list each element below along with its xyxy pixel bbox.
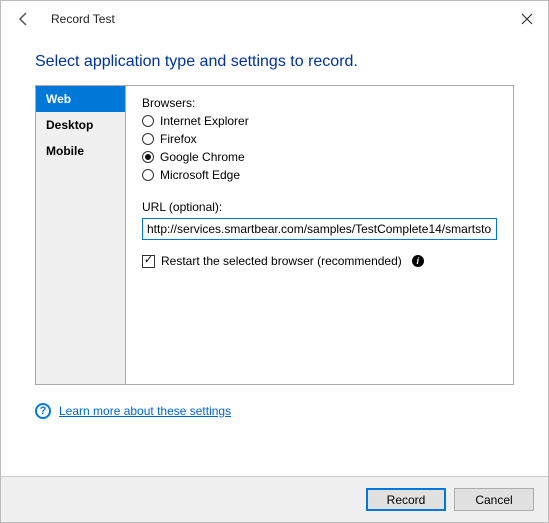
settings-panel: Web Desktop Mobile Browsers: Internet Ex… (35, 85, 514, 385)
record-button[interactable]: Record (366, 488, 446, 511)
tab-content: Browsers: Internet Explorer Firefox Goog… (126, 86, 513, 384)
help-link[interactable]: Learn more about these settings (59, 404, 231, 418)
url-input[interactable] (142, 218, 497, 240)
tab-web[interactable]: Web (36, 86, 125, 112)
tab-desktop[interactable]: Desktop (36, 112, 125, 138)
radio-icon (142, 133, 154, 145)
radio-internet-explorer[interactable]: Internet Explorer (142, 114, 497, 128)
browsers-label: Browsers: (142, 96, 497, 110)
help-icon: ? (35, 403, 51, 419)
radio-label: Microsoft Edge (160, 168, 240, 182)
tab-mobile[interactable]: Mobile (36, 138, 125, 164)
radio-label: Firefox (160, 132, 197, 146)
help-row: ? Learn more about these settings (35, 403, 514, 419)
radio-google-chrome[interactable]: Google Chrome (142, 150, 497, 164)
app-type-tabs: Web Desktop Mobile (36, 86, 126, 384)
restart-browser-checkbox[interactable]: Restart the selected browser (recommende… (142, 254, 497, 268)
window-title: Record Test (51, 12, 115, 26)
radio-label: Google Chrome (160, 150, 245, 164)
url-label: URL (optional): (142, 200, 497, 214)
back-arrow-icon[interactable] (15, 10, 33, 28)
radio-icon (142, 115, 154, 127)
checkbox-icon (142, 255, 155, 268)
checkbox-label: Restart the selected browser (recommende… (161, 254, 402, 268)
page-heading: Select application type and settings to … (1, 37, 548, 85)
radio-microsoft-edge[interactable]: Microsoft Edge (142, 168, 497, 182)
titlebar: Record Test (1, 1, 548, 37)
radio-firefox[interactable]: Firefox (142, 132, 497, 146)
radio-icon (142, 169, 154, 181)
cancel-button[interactable]: Cancel (454, 488, 534, 511)
radio-label: Internet Explorer (160, 114, 249, 128)
close-icon[interactable] (520, 12, 534, 26)
dialog-footer: Record Cancel (1, 476, 548, 522)
info-icon[interactable]: i (412, 255, 424, 267)
radio-icon (142, 151, 154, 163)
